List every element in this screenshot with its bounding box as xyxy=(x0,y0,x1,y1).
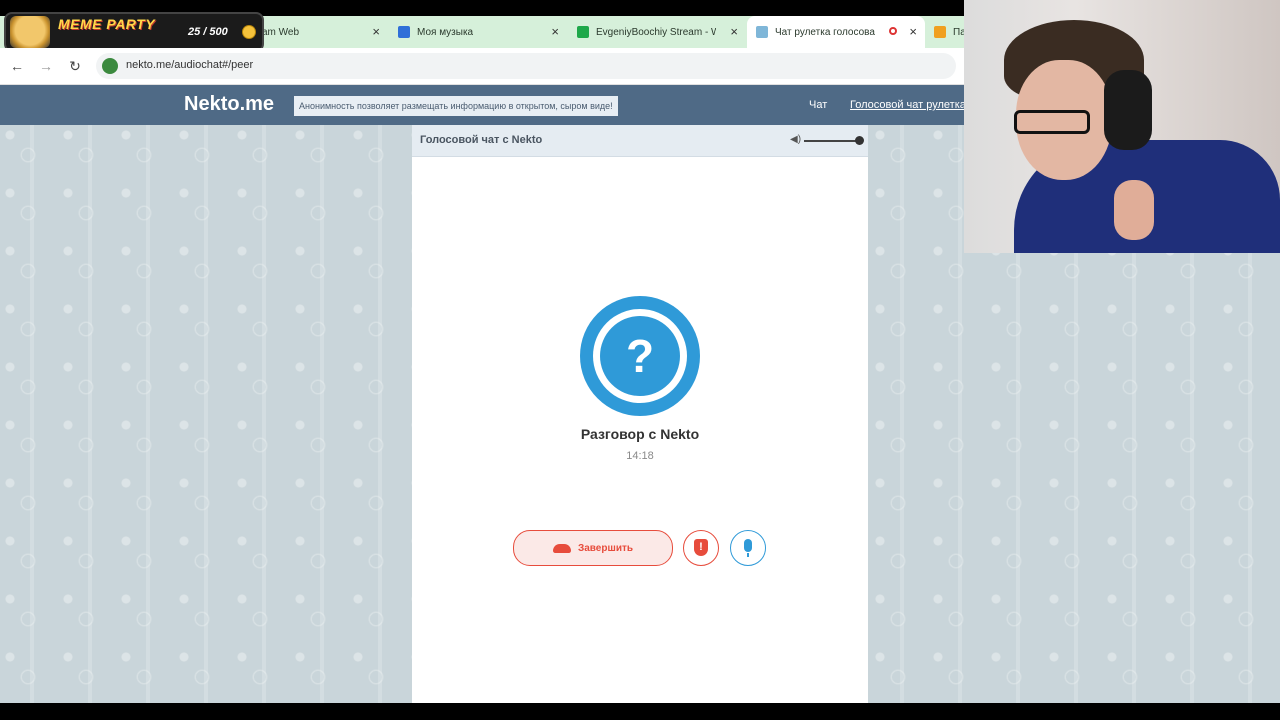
streamer-hand xyxy=(1114,180,1154,240)
conversation-title: Разговор с Nekto xyxy=(580,426,700,442)
address-bar[interactable]: nekto.me/audiochat#/peer xyxy=(96,53,956,79)
panel-title: Голосовой чат с Nekto xyxy=(420,134,543,146)
nav-voice-chat-link[interactable]: Голосовой чат рулетка xyxy=(850,99,966,111)
voice-chat-panel: Голосовой чат с Nekto ◀) ? Разговор с Ne… xyxy=(412,125,868,703)
volume-icon[interactable]: ◀) xyxy=(790,134,802,146)
site-logo[interactable]: Nekto.me xyxy=(184,93,274,116)
phone-icon xyxy=(552,543,571,553)
headphones-icon xyxy=(1104,70,1152,150)
coin-icon xyxy=(242,25,256,39)
tab-label: EvgeniyBoochiy Stream - Wa xyxy=(596,26,716,38)
close-icon[interactable]: × xyxy=(730,25,738,39)
browser-toolbar: ← → ↻ nekto.me/audiochat#/peer xyxy=(0,48,964,85)
volume-slider-handle[interactable] xyxy=(855,136,864,145)
avatar-ring: ? xyxy=(593,309,687,403)
question-icon: ? xyxy=(600,316,680,396)
reload-icon[interactable]: ↻ xyxy=(66,57,84,75)
site-header: Nekto.me Анонимность позволяет размещать… xyxy=(0,85,966,125)
forward-icon[interactable]: → xyxy=(37,57,55,75)
tab-voice-chat[interactable]: Чат рулетка голосовая · × xyxy=(747,16,925,48)
streamer-glasses xyxy=(1014,110,1090,134)
end-call-label: Завершить xyxy=(577,542,634,554)
tab-label: Чат рулетка голосовая · xyxy=(775,26,875,38)
tab-label: Па xyxy=(953,26,964,38)
call-timer: 14:18 xyxy=(626,450,654,462)
end-call-button[interactable]: Завершить xyxy=(513,530,673,566)
panel-header: Голосовой чат с Nekto ◀) xyxy=(412,125,868,157)
mic-button[interactable] xyxy=(730,530,766,566)
site-info-icon[interactable] xyxy=(102,58,118,74)
tab-label: am Web xyxy=(262,26,300,38)
nav-chat-link[interactable]: Чат xyxy=(809,99,827,111)
back-icon[interactable]: ← xyxy=(8,57,26,75)
shield-icon: ! xyxy=(694,539,708,556)
tab-partial[interactable]: Па xyxy=(926,16,964,48)
music-icon xyxy=(398,26,410,38)
meme-party-overlay: MEME PARTY 25 / 500 xyxy=(4,12,264,52)
bottom-bar xyxy=(0,703,1280,720)
url-text[interactable]: nekto.me/audiochat#/peer xyxy=(126,59,253,71)
kick-icon xyxy=(577,26,589,38)
report-button[interactable]: ! xyxy=(683,530,719,566)
nekto-icon xyxy=(756,26,768,38)
volume-slider[interactable] xyxy=(804,140,860,142)
close-icon[interactable]: × xyxy=(909,25,917,39)
peer-avatar: ? xyxy=(580,296,700,416)
webcam-overlay xyxy=(964,0,1280,253)
close-icon[interactable]: × xyxy=(551,25,559,39)
overlay-count: 25 / 500 xyxy=(188,26,228,38)
tab-favicon xyxy=(934,26,946,38)
tab-label: Моя музыка xyxy=(417,26,474,38)
doge-icon xyxy=(10,16,50,48)
close-icon[interactable]: × xyxy=(372,25,380,39)
recording-icon xyxy=(889,27,897,35)
site-slogan: Анонимность позволяет размещать информац… xyxy=(294,96,618,116)
tab-stream[interactable]: EvgeniyBoochiy Stream - Wa × xyxy=(568,16,746,48)
mic-stand xyxy=(747,553,749,557)
overlay-title: MEME PARTY xyxy=(58,16,156,32)
tab-my-music[interactable]: Моя музыка × xyxy=(389,16,567,48)
mic-icon xyxy=(744,539,752,552)
